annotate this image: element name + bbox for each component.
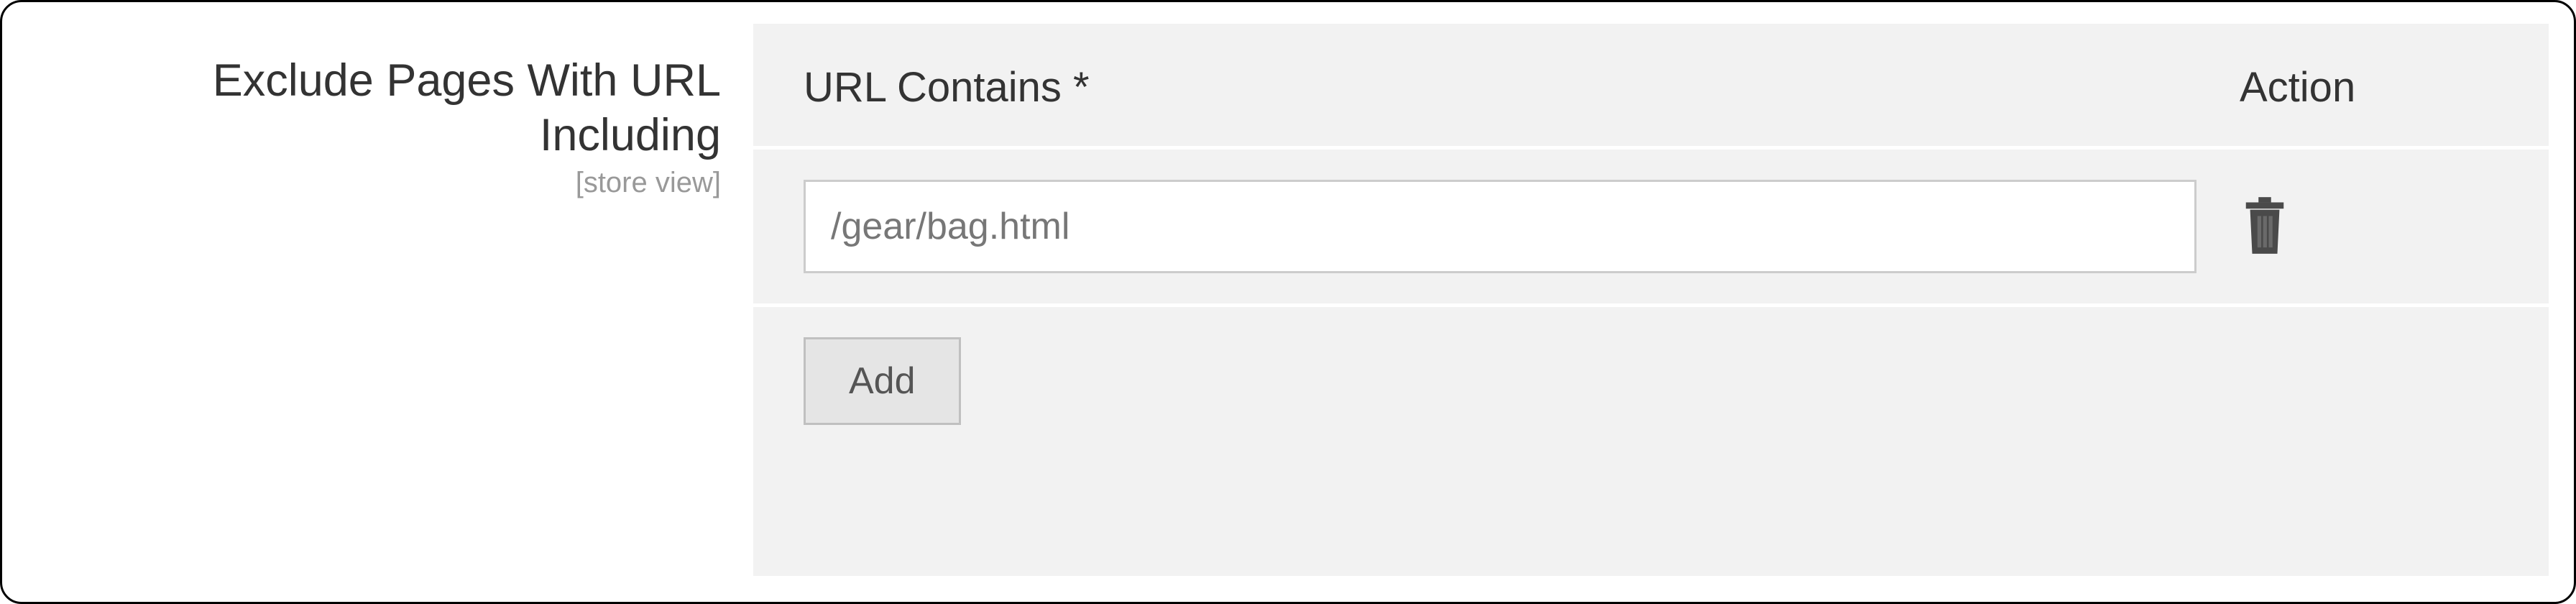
url-contains-input[interactable] [804, 180, 2196, 273]
action-cell [2240, 197, 2498, 256]
table-footer-row: Add [753, 307, 2549, 455]
field-label-column: Exclude Pages With URL Including [store … [27, 24, 753, 199]
table-row [753, 150, 2549, 307]
scope-label: [store view] [27, 167, 721, 199]
trash-icon[interactable] [2240, 197, 2290, 256]
field-value-column: URL Contains * Action Add [753, 24, 2549, 576]
add-button[interactable]: Add [804, 337, 961, 425]
table-header-action: Action [2240, 63, 2498, 111]
config-field-container: Exclude Pages With URL Including [store … [0, 0, 2576, 604]
table-header-url: URL Contains * [804, 63, 2240, 111]
field-label: Exclude Pages With URL Including [27, 54, 721, 163]
table-header-row: URL Contains * Action [753, 24, 2549, 150]
